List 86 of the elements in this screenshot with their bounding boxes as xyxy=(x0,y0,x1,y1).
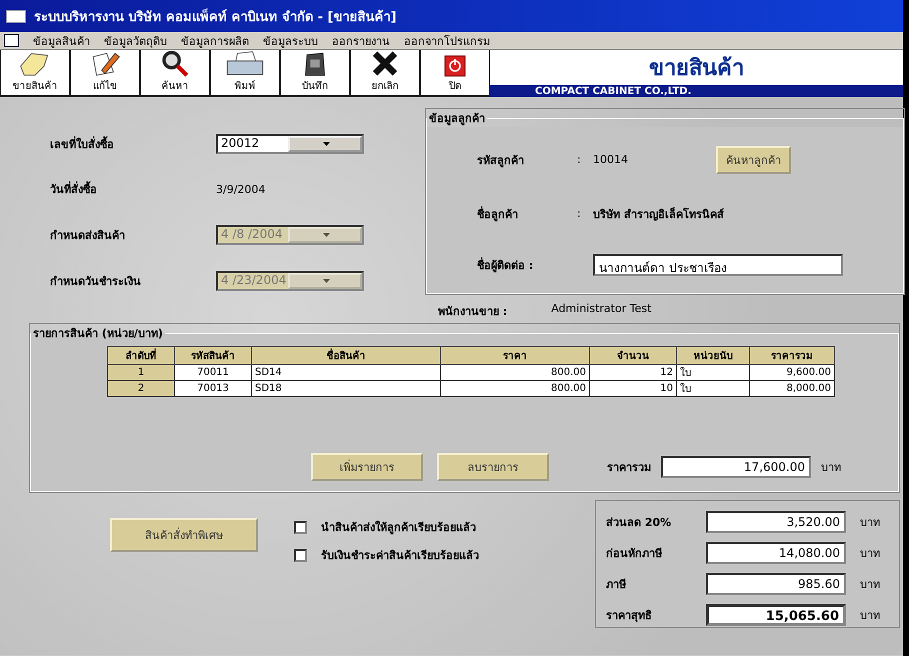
menu-item[interactable]: ข้อมูลการผลิต xyxy=(181,32,249,50)
toolbar-button[interactable]: แก้ไข xyxy=(70,50,140,96)
checkbox[interactable] xyxy=(294,520,307,534)
field-label: รหัสลูกค้า xyxy=(477,152,525,169)
column-header: ราคา xyxy=(440,346,590,364)
group-title: ข้อมูลลูกค้า xyxy=(428,111,486,127)
toolbar-button[interactable]: ยกเลิก xyxy=(350,50,420,96)
separator: : xyxy=(577,153,582,166)
cross-icon xyxy=(370,50,400,77)
column-header: ลำดับที่ xyxy=(108,346,174,364)
window-icon xyxy=(6,10,26,22)
toolbar-button[interactable]: พิมพ์ xyxy=(210,50,280,96)
currency-label: บาท xyxy=(859,546,881,562)
column-header: จำนวน xyxy=(590,346,676,364)
add-item-button[interactable]: เพิ่มรายการ xyxy=(311,453,423,481)
window-title: ระบบบริหารงาน บริษัท คอมแพ็คท์ คาบิเนท จำกัด - [ขายสินค้า] xyxy=(34,8,396,26)
table-cell: 8,000.00 xyxy=(750,380,834,396)
table-cell: SD14 xyxy=(252,364,440,380)
menu-item[interactable]: ออกรายงาน xyxy=(332,32,390,50)
table-cell: 9,600.00 xyxy=(750,364,834,380)
summary-label: ภาษี xyxy=(606,576,627,592)
field-label: ชื่อผู้ติดต่อ : xyxy=(477,256,534,274)
summary-field: 14,080.00 xyxy=(706,542,846,564)
field-label: กำหนดวันชำระเงิน xyxy=(50,274,142,290)
field-value: 3/9/2004 xyxy=(216,182,266,196)
column-header: ราคารวม xyxy=(750,346,834,364)
dropdown-arrow-icon xyxy=(323,232,330,237)
menu-icon[interactable] xyxy=(4,34,19,47)
summary-field: 15,065.60 xyxy=(706,604,846,626)
field-label: กำหนดส่งสินค้า xyxy=(50,228,126,244)
currency-label: บาท xyxy=(859,514,881,530)
column-header: รหัสสินค้า xyxy=(174,346,252,364)
field-value: 10014 xyxy=(593,153,628,166)
separator: : xyxy=(577,207,582,220)
table-cell: 70013 xyxy=(174,380,252,396)
banner-title: ขายสินค้า xyxy=(648,54,745,83)
toolbar-button[interactable]: ขายสินค้า xyxy=(0,50,70,96)
table-cell: 12 xyxy=(590,364,676,380)
table-cell: 2 xyxy=(108,380,174,396)
dropdown-field[interactable]: 20012 xyxy=(216,134,364,154)
toolbar-button[interactable]: ค้นหา xyxy=(140,50,210,96)
currency-label: บาท xyxy=(821,460,841,476)
menu-item[interactable]: ข้อมูลระบบ xyxy=(263,32,318,50)
dropdown-arrow-icon xyxy=(323,278,330,283)
currency-label: บาท xyxy=(859,608,881,624)
total-label: ราคารวม xyxy=(607,460,651,476)
column-header: หน่วยนับ xyxy=(676,346,750,364)
table-cell: 10 xyxy=(590,380,676,396)
dropdown-field: 4 /8 /2004 xyxy=(216,224,364,245)
toolbar-button[interactable]: ปิด xyxy=(420,50,490,96)
special-order-button[interactable]: สินค้าสั่งทำพิเศษ xyxy=(110,518,258,552)
table-cell: 800.00 xyxy=(440,380,590,396)
table-cell: ใบ xyxy=(676,380,750,396)
dropdown-arrow-icon xyxy=(323,142,330,146)
column-header: ชื่อสินค้า xyxy=(252,346,440,364)
menu-item[interactable]: ข้อมูลสินค้า xyxy=(33,32,90,50)
checkbox-label: รับเงินชำระค่าสินค้าเรียบร้อยแล้ว xyxy=(321,548,479,564)
menu-item[interactable]: ออกจากโปรแกรม xyxy=(404,32,490,50)
table-cell: 70011 xyxy=(174,364,252,380)
table-cell: 1 xyxy=(108,364,174,380)
contact-field[interactable]: นางกานต์ดา ประชาเรือง xyxy=(593,254,843,276)
table-cell: SD18 xyxy=(252,380,440,396)
search-customer-button[interactable]: ค้นหาลูกค้า xyxy=(716,146,791,174)
summary-field: 985.60 xyxy=(706,572,846,594)
summary-label: ราคาสุทธิ xyxy=(606,608,653,624)
currency-label: บาท xyxy=(859,576,881,592)
summary-label: ก่อนหักภาษี xyxy=(606,546,663,562)
field-label: พนักงานขาย : xyxy=(438,304,508,320)
checkbox[interactable] xyxy=(294,548,307,562)
total-field: 17,600.00 xyxy=(661,456,811,478)
field-label: ชื่อลูกค้า xyxy=(477,205,519,223)
summary-field: 3,520.00 xyxy=(706,510,846,532)
checkbox-label: นำสินค้าส่งให้ลูกค้าเรียบร้อยแล้ว xyxy=(321,520,476,536)
power-icon xyxy=(444,55,466,77)
table-cell: 800.00 xyxy=(440,364,590,380)
group-title: รายการสินค้า (หน่วย/บาท) xyxy=(32,326,164,342)
field-value: Administrator Test xyxy=(551,302,652,317)
field-label: วันที่สั่งซื้อ xyxy=(50,180,98,198)
table-cell: ใบ xyxy=(676,364,750,380)
toolbar-button[interactable]: บันทึก xyxy=(280,50,350,96)
delete-item-button[interactable]: ลบรายการ xyxy=(437,453,549,481)
dropdown-field: 4 /23/2004 xyxy=(216,270,364,291)
field-label: เลขที่ใบสั่งซื้อ xyxy=(50,135,115,154)
summary-label: ส่วนลด 20% xyxy=(606,514,672,530)
field-value: บริษัท สำราญอิเล็คโทรนิคส์ xyxy=(593,206,725,223)
menu-item[interactable]: ข้อมูลวัตถุดิบ xyxy=(104,32,167,50)
